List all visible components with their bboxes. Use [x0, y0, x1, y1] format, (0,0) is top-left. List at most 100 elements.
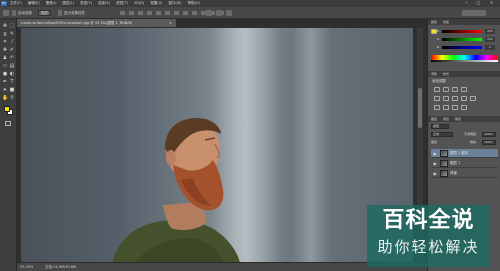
- layer-row[interactable]: ◉ 图层 1: [431, 159, 498, 168]
- marquee-tool-icon[interactable]: ⬚: [9, 23, 15, 29]
- menu-filter[interactable]: 滤镜(T): [116, 0, 128, 7]
- color-panel-tabs: 颜色 色板: [428, 19, 500, 25]
- 3d-pan-icon[interactable]: [226, 10, 232, 16]
- transform-checkbox-icon[interactable]: [58, 10, 62, 16]
- align-right-icon[interactable]: [165, 11, 170, 15]
- hue-saturation-adjust-icon[interactable]: [443, 96, 449, 101]
- auto-select-dropdown[interactable]: 图层: [38, 10, 51, 16]
- layer-kind-filter[interactable]: 类型: [431, 124, 449, 129]
- type-tool-icon[interactable]: T: [9, 79, 15, 85]
- opacity-input[interactable]: 100%: [482, 132, 496, 137]
- distribute-top-icon[interactable]: [174, 11, 179, 15]
- app-logo: Ps: [1, 1, 7, 6]
- vibrance-adjust-icon[interactable]: [434, 96, 440, 101]
- align-center-icon[interactable]: [156, 11, 161, 15]
- fill-label: 填充:: [470, 140, 478, 144]
- blur-tool-icon[interactable]: ●: [2, 71, 8, 77]
- slider-green[interactable]: G 241: [437, 37, 495, 42]
- levels-adjust-icon[interactable]: [443, 87, 449, 92]
- menu-layer[interactable]: 图层(L): [62, 0, 74, 7]
- color-balance-adjust-icon[interactable]: [452, 96, 458, 101]
- tab-adjustments[interactable]: 调整: [431, 71, 437, 77]
- brightness-adjust-icon[interactable]: [434, 87, 440, 92]
- menu-3d[interactable]: 3D(D): [134, 0, 144, 7]
- hand-tool-icon[interactable]: ✋: [2, 95, 8, 101]
- menu-edit[interactable]: 编辑(E): [28, 0, 40, 7]
- 3d-rotate-icon[interactable]: [216, 10, 222, 16]
- visibility-eye-icon[interactable]: ◉: [433, 171, 437, 176]
- crop-tool-icon[interactable]: ⌗: [2, 39, 8, 45]
- zoom-level[interactable]: 33.33%: [20, 263, 33, 271]
- scrollbar-thumb[interactable]: [418, 88, 422, 128]
- menu-help[interactable]: 帮助(H): [188, 0, 200, 7]
- curves-adjust-icon[interactable]: [452, 87, 458, 92]
- align-bottom-icon[interactable]: [138, 11, 143, 15]
- red-track[interactable]: [442, 30, 482, 33]
- align-left-icon[interactable]: [147, 11, 152, 15]
- slider-blue[interactable]: B 0: [437, 45, 495, 50]
- menu-view[interactable]: 视图(V): [150, 0, 162, 7]
- quick-mask-icon[interactable]: [5, 121, 11, 126]
- tab-color[interactable]: 颜色: [431, 19, 437, 25]
- history-brush-tool-icon[interactable]: ↶: [9, 55, 15, 61]
- gradient-tool-icon[interactable]: ▤: [9, 63, 15, 69]
- slider-red[interactable]: R 255: [437, 29, 495, 34]
- maximize-button[interactable]: □: [474, 0, 483, 6]
- align-middle-icon[interactable]: [129, 11, 134, 15]
- tab-swatches[interactable]: 色板: [443, 19, 449, 25]
- visibility-eye-icon[interactable]: ◉: [433, 161, 437, 166]
- distribute-middle-icon[interactable]: [183, 11, 188, 15]
- dodge-tool-icon[interactable]: ◐: [9, 71, 15, 77]
- close-button[interactable]: ×: [487, 0, 496, 6]
- minimize-button[interactable]: −: [462, 0, 471, 6]
- foreground-color-swatch[interactable]: [4, 106, 10, 112]
- layer-row[interactable]: ◉ 背景: [431, 169, 498, 178]
- path-select-tool-icon[interactable]: ➤: [2, 87, 8, 93]
- green-track[interactable]: [442, 38, 482, 41]
- clone-stamp-tool-icon[interactable]: ♟: [2, 55, 8, 61]
- posterize-adjust-icon[interactable]: [443, 105, 449, 110]
- align-top-icon[interactable]: [120, 11, 125, 15]
- photo-filter-adjust-icon[interactable]: [470, 96, 476, 101]
- 3d-mode-icon[interactable]: [206, 10, 212, 16]
- checkbox-icon[interactable]: [12, 10, 16, 16]
- document-tab[interactable]: Lukas-writes-hd0oqSO5hI-unsplash.jpg @ 3…: [17, 19, 177, 27]
- brush-tool-icon[interactable]: ✐: [9, 47, 15, 53]
- move-tool-icon[interactable]: ✥: [2, 23, 8, 29]
- tab-channels[interactable]: 通道: [443, 116, 449, 122]
- shape-tool-icon[interactable]: ■: [9, 87, 15, 93]
- lasso-tool-icon[interactable]: ϱ: [2, 31, 8, 37]
- menu-window[interactable]: 窗口(W): [168, 0, 181, 7]
- exposure-adjust-icon[interactable]: [461, 87, 467, 92]
- options-bar: 自动选择 图层 显示变换控件: [0, 7, 500, 19]
- menu-image[interactable]: 图像(I): [46, 0, 57, 7]
- healing-brush-tool-icon[interactable]: ✚: [2, 47, 8, 53]
- pen-tool-icon[interactable]: ✒: [2, 79, 8, 85]
- zoom-tool-icon[interactable]: ⚲: [9, 95, 15, 101]
- blue-track[interactable]: [442, 46, 482, 49]
- eyedropper-tool-icon[interactable]: ⁄: [9, 39, 15, 45]
- invert-adjust-icon[interactable]: [434, 105, 440, 110]
- menu-file[interactable]: 文件(F): [10, 0, 22, 7]
- quick-select-tool-icon[interactable]: ✎: [9, 31, 15, 37]
- threshold-adjust-icon[interactable]: [452, 105, 458, 110]
- layer-row-selected[interactable]: ◉ 图层 1 副本: [431, 149, 498, 158]
- fill-input[interactable]: 100%: [482, 140, 496, 145]
- tab-layers[interactable]: 图层: [431, 116, 437, 122]
- gradient-map-adjust-icon[interactable]: [461, 105, 467, 110]
- document-tab-close-icon[interactable]: ×: [169, 19, 172, 27]
- menu-type[interactable]: 类型(Y): [80, 0, 92, 7]
- grayscale-ramp[interactable]: [431, 60, 498, 62]
- move-tool-icon[interactable]: [3, 10, 9, 16]
- menu-select[interactable]: 选择(S): [98, 0, 110, 7]
- image-canvas[interactable]: [21, 28, 413, 263]
- eraser-tool-icon[interactable]: ▭: [2, 63, 8, 69]
- tab-styles[interactable]: 样式: [443, 71, 449, 77]
- waterfall-highlight-2: [291, 28, 331, 263]
- tab-paths[interactable]: 路径: [455, 116, 461, 122]
- distribute-bottom-icon[interactable]: [192, 11, 197, 15]
- black-white-adjust-icon[interactable]: [461, 96, 467, 101]
- visibility-eye-icon[interactable]: ◉: [433, 151, 437, 156]
- workspace-switcher[interactable]: [462, 10, 486, 16]
- blend-mode-select[interactable]: 正常: [431, 132, 453, 137]
